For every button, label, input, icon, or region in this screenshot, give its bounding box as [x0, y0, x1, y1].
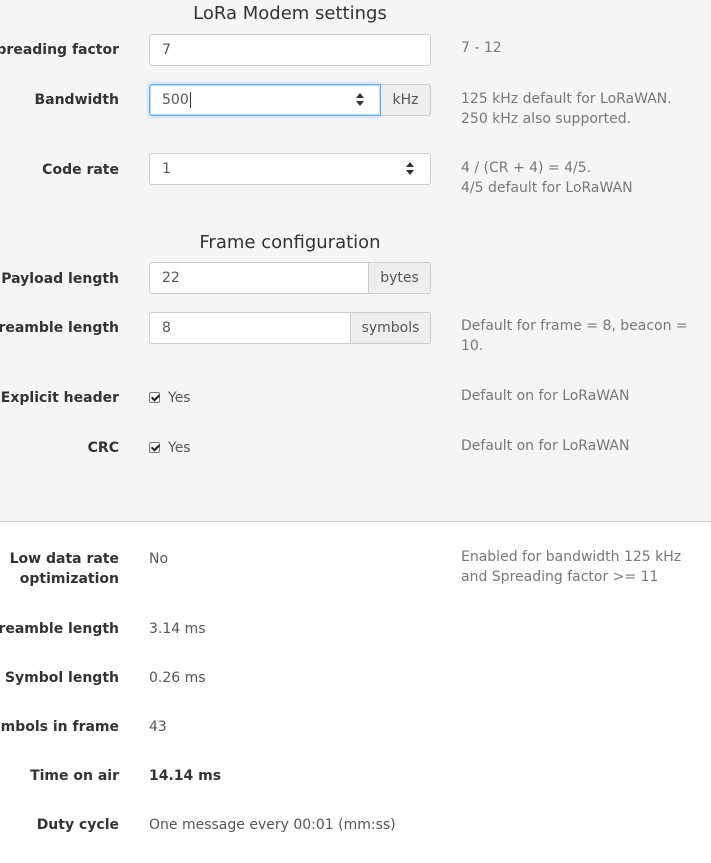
crc-checkbox-row[interactable]: Yes [149, 438, 191, 458]
preamble-length-value: 8 [162, 320, 171, 336]
bandwidth-spinner-icon[interactable] [355, 93, 365, 107]
preamble-length-help-line1: Default for frame = 8, beacon = [461, 318, 688, 334]
low-data-rate-value: No [149, 551, 169, 567]
preamble-length-unit-addon: symbols [351, 312, 431, 344]
code-rate-help-line2: 4/5 default for LoRaWAN [461, 180, 633, 196]
spreading-factor-input[interactable]: 7 [149, 34, 431, 66]
code-rate-help: 4 / (CR + 4) = 4/5. 4/5 default for LoRa… [461, 158, 691, 198]
crc-option: Yes [168, 440, 191, 456]
bandwidth-input[interactable]: 500 [149, 84, 381, 116]
result-preamble-length-label: Preamble length [0, 621, 119, 637]
duty-cycle-value: One message every 00:01 (mm:ss) [149, 817, 396, 833]
explicit-header-option: Yes [168, 390, 191, 406]
payload-length-input[interactable]: 22 [149, 262, 369, 294]
symbols-in-frame-value: 43 [149, 719, 167, 735]
bandwidth-help-line1: 125 kHz default for LoRaWAN. [461, 91, 672, 107]
preamble-length-label: Preamble length [0, 320, 119, 336]
low-data-rate-help: Enabled for bandwidth 125 kHz and Spread… [461, 547, 691, 587]
explicit-header-checkbox[interactable] [149, 392, 160, 403]
bandwidth-label: Bandwidth [34, 92, 119, 108]
explicit-header-help: Default on for LoRaWAN [461, 388, 630, 404]
code-rate-value: 1 [162, 161, 171, 177]
symbol-length-label: Symbol length [4, 670, 119, 686]
low-data-rate-label: Low data rate optimization [10, 549, 119, 589]
explicit-header-label: Explicit header [0, 390, 119, 406]
modem-settings-title: LoRa Modem settings [193, 3, 387, 24]
spreading-factor-value: 7 [162, 42, 171, 58]
low-data-rate-label-line1: Low data rate [9, 551, 119, 567]
code-rate-spinner-icon[interactable] [405, 162, 415, 176]
bandwidth-value: 500 [162, 92, 189, 108]
low-data-rate-help-line2: and Spreading factor >= 11 [461, 569, 659, 585]
payload-length-unit-addon: bytes [369, 262, 431, 294]
payload-length-label: Payload length [1, 271, 119, 287]
code-rate-input[interactable]: 1 [149, 153, 431, 185]
payload-length-value: 22 [162, 270, 180, 286]
text-cursor [189, 92, 191, 108]
crc-checkbox[interactable] [149, 442, 160, 453]
low-data-rate-help-line1: Enabled for bandwidth 125 kHz [461, 549, 682, 565]
bandwidth-unit-addon: kHz [381, 84, 431, 116]
spreading-factor-label: Spreading factor [0, 42, 119, 58]
settings-panel: LoRa Modem settings Spreading factor 7 7… [0, 0, 711, 522]
result-preamble-length-value: 3.14 ms [149, 621, 206, 637]
preamble-length-input[interactable]: 8 [149, 312, 351, 344]
spreading-factor-help: 7 - 12 [461, 40, 502, 56]
symbols-in-frame-label: Symbols in frame [0, 719, 119, 735]
preamble-length-help-line2: 10. [461, 338, 484, 354]
code-rate-help-line1: 4 / (CR + 4) = 4/5. [461, 160, 592, 176]
bandwidth-help-line2: 250 kHz also supported. [461, 111, 632, 127]
frame-configuration-title: Frame configuration [199, 232, 381, 253]
bandwidth-help: 125 kHz default for LoRaWAN. 250 kHz als… [461, 89, 691, 129]
time-on-air-value: 14.14 ms [149, 768, 222, 784]
symbol-length-value: 0.26 ms [149, 670, 206, 686]
preamble-length-help: Default for frame = 8, beacon = 10. [461, 316, 691, 356]
crc-help: Default on for LoRaWAN [461, 438, 630, 454]
crc-label: CRC [87, 440, 119, 456]
low-data-rate-label-line2: optimization [19, 571, 119, 587]
code-rate-label: Code rate [42, 162, 119, 178]
explicit-header-checkbox-row[interactable]: Yes [149, 388, 191, 408]
time-on-air-label: Time on air [30, 768, 119, 784]
duty-cycle-label: Duty cycle [36, 817, 119, 833]
